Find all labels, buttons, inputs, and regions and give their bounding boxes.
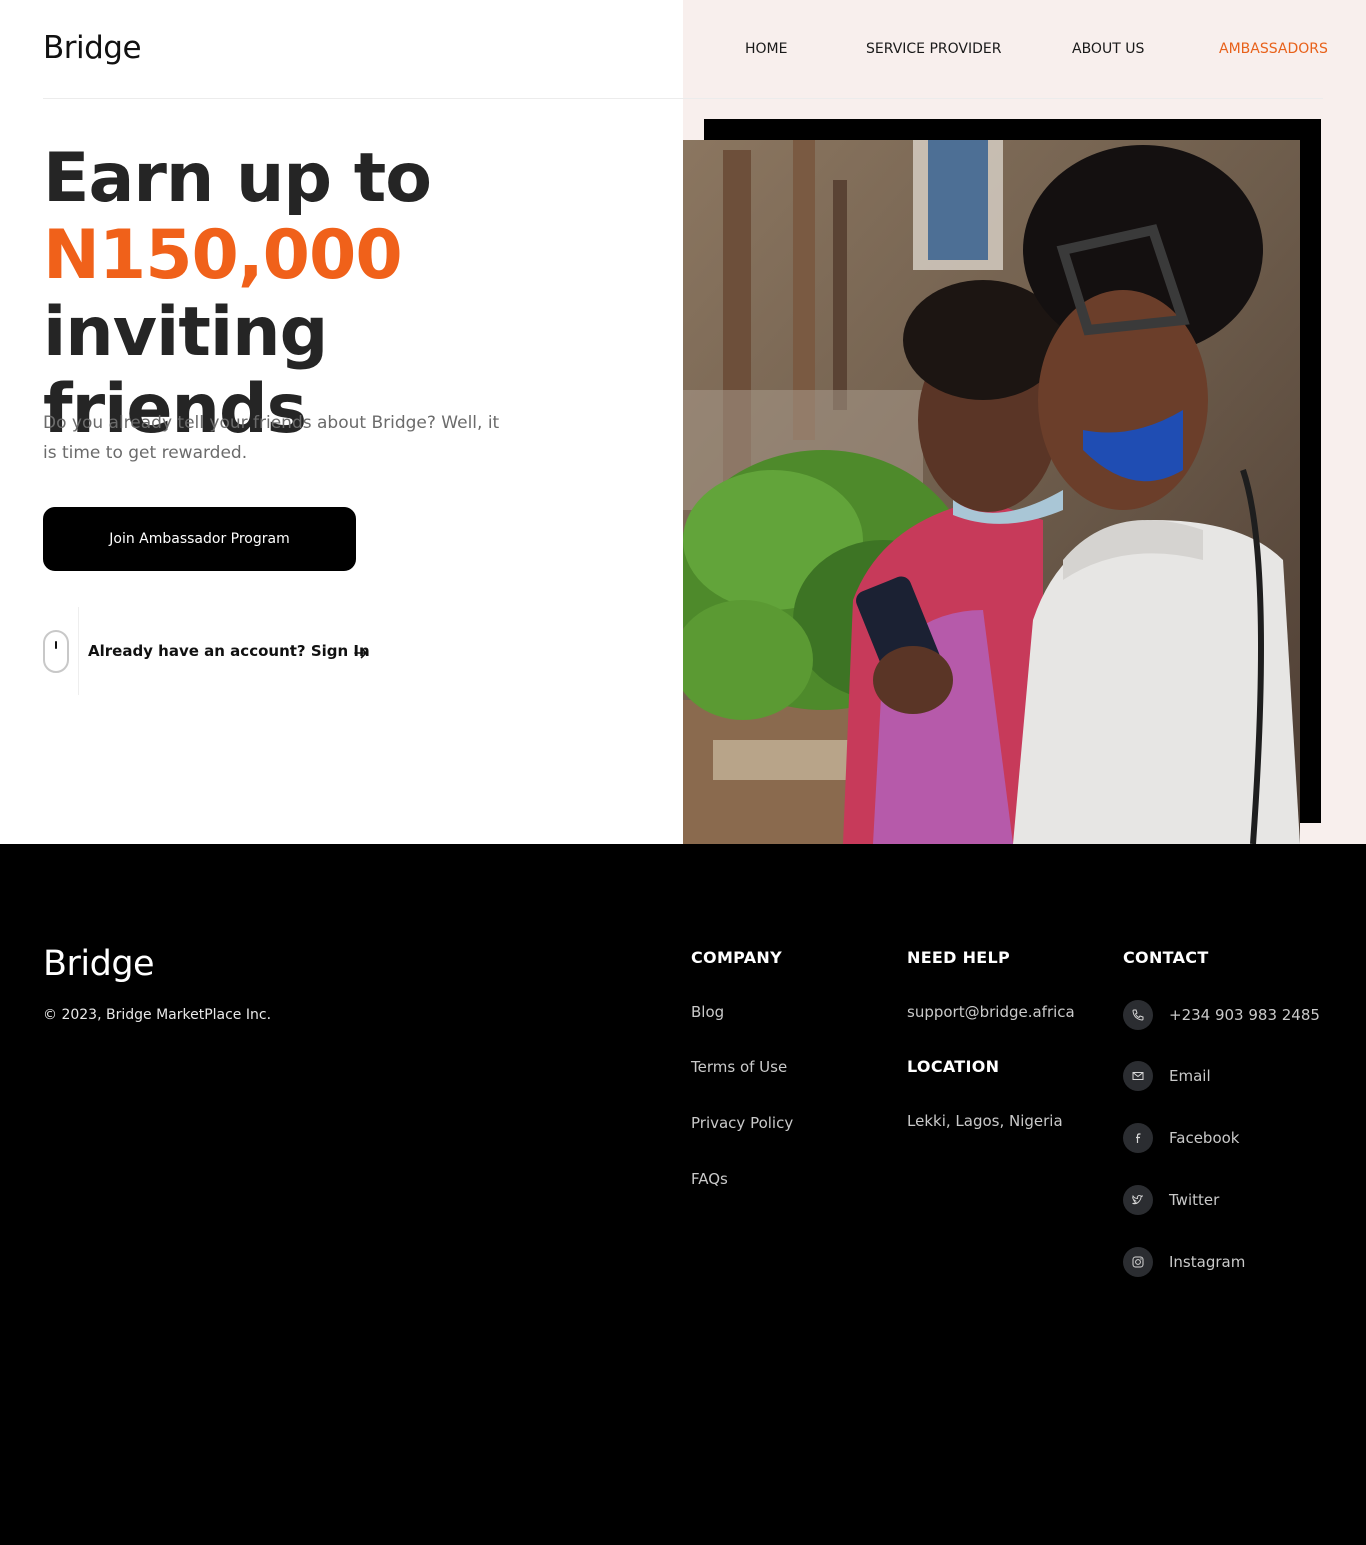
facebook-icon[interactable] [1123,1123,1153,1153]
mouse-scroll-icon [43,630,69,673]
twitter-icon[interactable] [1123,1185,1153,1215]
privacy-link[interactable]: Privacy Policy [691,1114,793,1132]
hero-headline: Earn up to N150,000 inviting friends [43,140,683,448]
blog-link[interactable]: Blog [691,1003,724,1021]
site-header: Bridge HOME SERVICE PROVIDER ABOUT US AM… [0,0,1366,99]
footer-logo[interactable]: Bridge [43,944,155,984]
email-link[interactable]: Email [1169,1067,1211,1085]
twitter-link[interactable]: Twitter [1169,1191,1219,1209]
company-heading: COMPANY [691,948,782,967]
nav-ambassadors[interactable]: AMBASSADORS [1219,41,1328,57]
headline-line2-rest: inviting [43,293,328,372]
headline-amount: N150,000 [43,216,403,295]
need-help-heading: NEED HELP [907,948,1011,967]
location-heading: LOCATION [907,1057,1000,1076]
phone-number-link[interactable]: +234 903 983 2485 [1169,1006,1320,1024]
nav-about-us[interactable]: ABOUT US [1072,41,1144,57]
hero-subtext: Do you already tell your friends about B… [43,413,500,463]
header-divider [43,98,1323,99]
mail-icon[interactable] [1123,1061,1153,1091]
terms-link[interactable]: Terms of Use [691,1058,787,1076]
signin-divider [78,607,79,695]
contact-heading: CONTACT [1123,948,1209,967]
instagram-link[interactable]: Instagram [1169,1253,1245,1271]
copyright-text: © 2023, Bridge MarketPlace Inc. [43,1007,272,1023]
nav-service-provider[interactable]: SERVICE PROVIDER [866,41,1001,57]
facebook-link[interactable]: Facebook [1169,1129,1239,1147]
faqs-link[interactable]: FAQs [691,1170,728,1188]
instagram-icon[interactable] [1123,1247,1153,1277]
headline-line1: Earn up to [43,139,432,218]
arrow-right-icon[interactable] [354,646,368,660]
hero-photo [683,140,1300,844]
logo[interactable]: Bridge [43,30,142,66]
signin-link[interactable]: Already have an account? Sign In [88,642,370,660]
nav-home[interactable]: HOME [745,41,787,57]
support-email-link[interactable]: support@bridge.africa [907,1003,1075,1021]
join-ambassador-button[interactable]: Join Ambassador Program [43,507,356,571]
site-footer: Bridge © 2023, Bridge MarketPlace Inc. C… [0,844,1366,1545]
location-text: Lekki, Lagos, Nigeria [907,1112,1063,1130]
phone-icon[interactable] [1123,1000,1153,1030]
